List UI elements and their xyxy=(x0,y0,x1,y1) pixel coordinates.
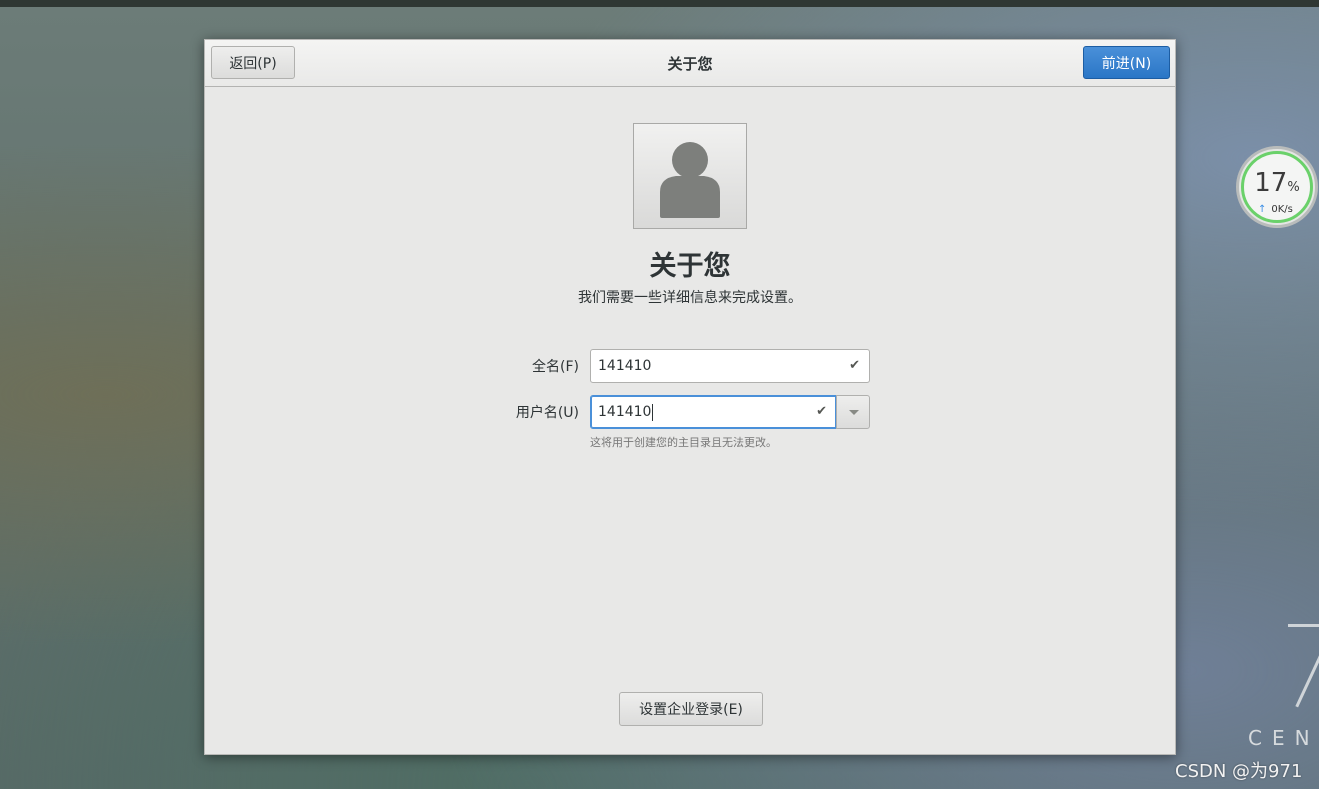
csdn-watermark: CSDN @为971 xyxy=(1175,761,1303,782)
top-panel xyxy=(0,0,1319,7)
next-button[interactable]: 前进(N) xyxy=(1083,46,1170,79)
usage-ring: 17% ↑ 0K/s xyxy=(1241,151,1313,223)
checkmark-icon: ✔ xyxy=(816,404,827,419)
chevron-down-icon xyxy=(849,410,859,415)
upload-speed: ↑ 0K/s xyxy=(1258,204,1293,215)
checkmark-icon: ✔ xyxy=(849,358,860,373)
fullname-field[interactable]: 141410 ✔ xyxy=(590,349,870,383)
usage-percent: 17% xyxy=(1254,168,1300,198)
about-you-dialog: 返回(P) 关于您 前进(N) 关于您 我们需要一些详细信息来完成设置。 全名(… xyxy=(204,39,1176,755)
page-heading: 关于您 xyxy=(649,251,731,282)
centos-logo-stroke xyxy=(1295,642,1319,708)
upload-arrow-icon: ↑ xyxy=(1258,204,1267,215)
centos-logo-stroke xyxy=(1288,624,1319,627)
enterprise-login-button[interactable]: 设置企业登录(E) xyxy=(619,692,763,726)
user-avatar-icon xyxy=(660,142,720,218)
header-bar: 返回(P) 关于您 前进(N) xyxy=(205,40,1175,87)
username-field[interactable]: 141410 ✔ xyxy=(590,395,837,429)
page-subtitle: 我们需要一些详细信息来完成设置。 xyxy=(578,290,802,306)
fullname-value: 141410 xyxy=(598,358,652,374)
avatar-button[interactable] xyxy=(633,123,747,229)
text-cursor xyxy=(652,403,654,421)
centos-brand-text: CEN xyxy=(1248,726,1319,750)
header-title: 关于您 xyxy=(667,55,713,73)
username-hint: 这将用于创建您的主目录且无法更改。 xyxy=(590,436,777,449)
username-dropdown-button[interactable] xyxy=(836,395,870,429)
fullname-label: 全名(F) xyxy=(532,359,579,375)
network-speed-widget[interactable]: 17% ↑ 0K/s xyxy=(1236,146,1318,228)
username-value: 141410 xyxy=(598,404,652,420)
username-label: 用户名(U) xyxy=(515,405,579,421)
